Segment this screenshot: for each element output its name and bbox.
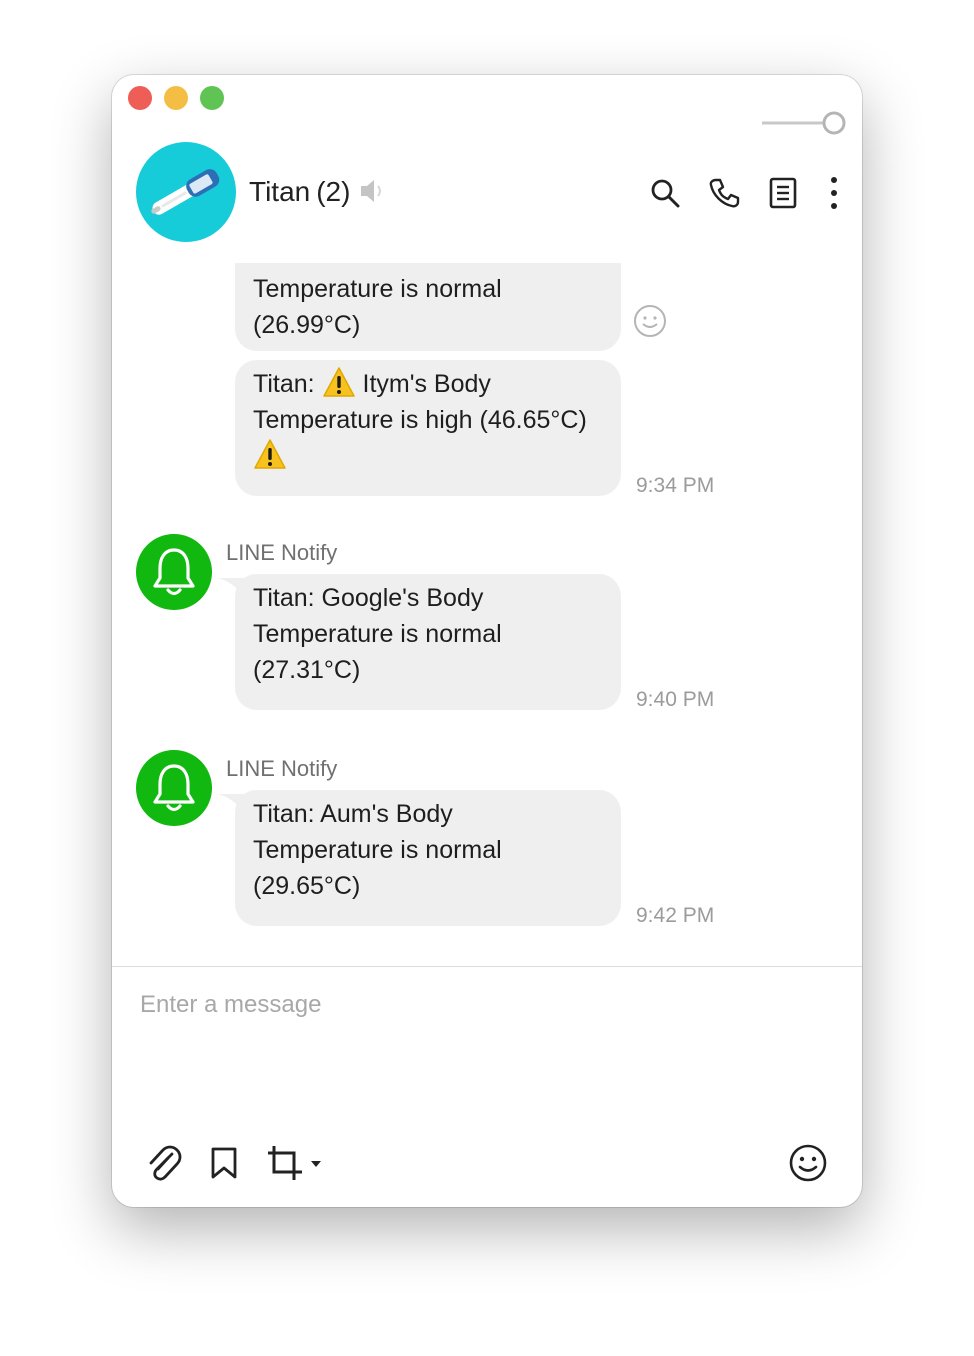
- message-bubble[interactable]: Temperature is normal (26.99°C): [235, 263, 621, 351]
- message-text-line: (26.99°C): [253, 311, 361, 339]
- attach-button[interactable]: [142, 1141, 186, 1185]
- message-bubble[interactable]: Titan: Itym's Body Temperature is high (…: [235, 360, 621, 496]
- opacity-slider[interactable]: [762, 110, 852, 136]
- message-text-line: (29.65°C): [253, 872, 361, 900]
- attach-icon: [149, 1145, 182, 1181]
- message-list[interactable]: Temperature is normal (26.99°C) Titan: I…: [112, 263, 862, 966]
- warning-icon: [322, 367, 355, 397]
- chat-name: Titan: [249, 176, 311, 207]
- message-body-start: Itym's Body: [355, 370, 491, 398]
- message-time: 9:40 PM: [636, 688, 715, 711]
- message-text-line: [253, 438, 603, 474]
- crop-icon: [268, 1146, 321, 1180]
- bell-icon: [153, 764, 195, 812]
- sender-avatar[interactable]: [136, 534, 212, 610]
- message-text-line: Temperature is normal: [253, 275, 502, 303]
- screenshot-button[interactable]: [262, 1141, 326, 1185]
- phone-icon: [709, 178, 740, 208]
- thermometer-icon: [151, 169, 220, 215]
- keep-button[interactable]: [202, 1141, 246, 1185]
- emoji-icon: [789, 1144, 827, 1182]
- message-prefix: Titan:: [253, 370, 322, 398]
- warning-icon: [254, 439, 286, 469]
- message-bubble[interactable]: Titan: Aum's Body Temperature is normal …: [235, 790, 621, 926]
- minimize-window-button[interactable]: [164, 86, 188, 110]
- message-text-line: Temperature is normal: [253, 620, 502, 648]
- message-text-line: Titan: Google's Body: [253, 584, 484, 612]
- bookmark-icon: [211, 1147, 237, 1179]
- close-window-button[interactable]: [128, 86, 152, 110]
- composer-divider: [112, 966, 862, 967]
- message-input[interactable]: [132, 985, 848, 1025]
- call-button[interactable]: [706, 175, 742, 211]
- bell-icon: [153, 548, 195, 596]
- sender-name: LINE Notify: [226, 540, 338, 565]
- sender-avatar[interactable]: [136, 750, 212, 826]
- search-button[interactable]: [647, 175, 683, 211]
- more-button[interactable]: [816, 175, 852, 211]
- chat-title[interactable]: Titan (2): [249, 176, 350, 208]
- message-bubble[interactable]: Titan: Google's Body Temperature is norm…: [235, 574, 621, 710]
- sender-name: LINE Notify: [226, 756, 338, 781]
- message-text-line: Temperature is normal: [253, 836, 502, 864]
- chat-window: Titan (2) Temperature is normal (26.99°C…: [112, 75, 862, 1207]
- more-icon: [831, 177, 837, 209]
- message-time: 9:42 PM: [636, 904, 715, 927]
- message-text-line: (27.31°C): [253, 656, 361, 684]
- chat-avatar[interactable]: [136, 142, 236, 242]
- emoji-button[interactable]: [786, 1141, 830, 1185]
- search-icon: [651, 179, 680, 208]
- zoom-window-button[interactable]: [200, 86, 224, 110]
- message-text-line: Titan: Aum's Body: [253, 800, 453, 828]
- mute-icon: [361, 180, 381, 202]
- message-time: 9:34 PM: [636, 474, 715, 497]
- message-text-line: Temperature is high (46.65°C): [253, 406, 587, 434]
- member-count: (2): [316, 176, 351, 207]
- react-smiley-icon[interactable]: [632, 303, 668, 339]
- message-text-line: Titan: Itym's Body: [253, 366, 603, 402]
- notes-icon: [769, 177, 797, 209]
- notes-button[interactable]: [765, 175, 801, 211]
